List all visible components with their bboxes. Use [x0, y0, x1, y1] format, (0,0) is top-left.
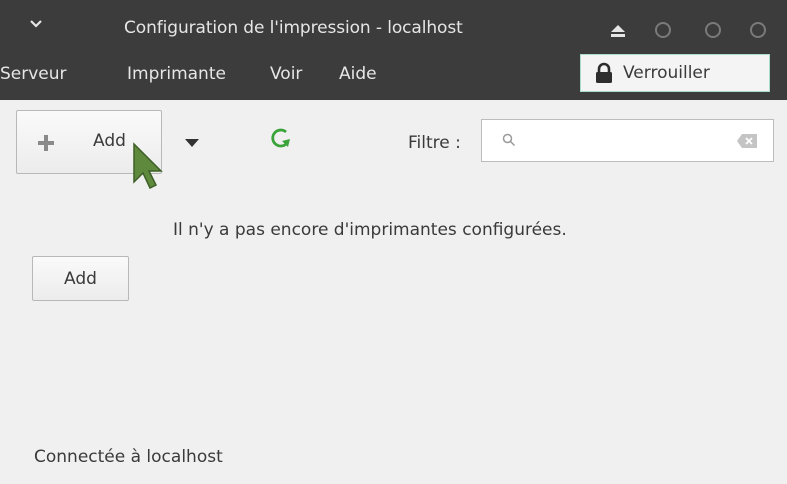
menu-voir[interactable]: Voir [270, 64, 302, 84]
menu-bar: Serveur Imprimante Voir Aide Verrouiller [0, 46, 787, 100]
connection-status: Connectée à localhost [34, 447, 223, 467]
window-title: Configuration de l'impression - localhos… [124, 18, 463, 38]
eject-icon[interactable] [609, 24, 627, 38]
empty-printers-message: Il n'y a pas encore d'imprimantes config… [173, 220, 567, 240]
add-printer-button-secondary[interactable]: Add [32, 256, 129, 301]
close-button[interactable] [750, 22, 766, 38]
clear-icon[interactable] [736, 133, 758, 149]
search-icon [502, 133, 516, 147]
chevron-down-icon[interactable] [28, 17, 44, 31]
minimize-button[interactable] [655, 22, 671, 38]
menu-imprimante[interactable]: Imprimante [127, 64, 226, 84]
menu-aide[interactable]: Aide [339, 64, 377, 84]
caret-down-icon[interactable] [184, 138, 200, 148]
filter-label: Filtre : [408, 133, 461, 153]
lock-button[interactable]: Verrouiller [580, 54, 770, 92]
main-content: Add Filtre : Il n'y a pas encore d'impri… [0, 100, 787, 484]
title-bar: Configuration de l'impression - localhos… [0, 0, 787, 46]
add-printer-label: Add [93, 131, 126, 151]
menu-serveur[interactable]: Serveur [0, 64, 67, 84]
lock-icon [596, 62, 612, 83]
refresh-icon[interactable] [268, 126, 292, 150]
filter-input[interactable] [481, 119, 774, 162]
lock-button-label: Verrouiller [623, 63, 710, 83]
add-button-label: Add [64, 269, 97, 289]
mouse-pointer-icon [133, 142, 163, 190]
plus-icon [38, 135, 54, 151]
maximize-button[interactable] [705, 22, 721, 38]
print-settings-window: Configuration de l'impression - localhos… [0, 0, 787, 484]
